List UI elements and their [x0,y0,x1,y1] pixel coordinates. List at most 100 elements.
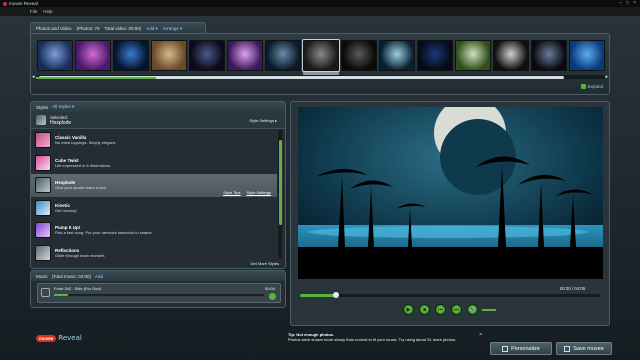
title-bar: muvee Reveal – □ × [0,0,640,7]
style-settings-link[interactable]: Style Settings [247,190,271,195]
save-icon [564,345,571,352]
style-item[interactable]: Pump It Up! Pick a fast song. Put your ae… [31,219,277,242]
photo-progress-line [36,77,156,79]
photo-thumbnail[interactable] [417,40,453,71]
style-item[interactable]: Cube Twist Life expressed in 6 dimensions… [31,152,277,175]
music-tab-label: Music [36,273,48,279]
style-scrollbar-thumb[interactable] [278,140,282,225]
music-panel: Music (Total music: 04:00) Add Front 242… [30,270,286,308]
get-more-styles-link[interactable]: Get More Styles [250,261,279,266]
tip-close-icon[interactable]: × [479,332,482,338]
photo-thumbnail[interactable] [265,40,301,71]
add-photos-button[interactable]: Add ▾ [146,26,158,32]
personalize-label: Personalize [511,345,540,352]
app-logo: muvee Reveal [36,334,82,342]
close-window-button[interactable]: × [633,0,636,6]
music-track[interactable]: Front 242 - Skin (For God) 00:00 [37,283,281,303]
photo-thumbnail[interactable] [113,40,149,71]
expand-icon [580,84,586,89]
night-beach-image [298,107,603,279]
style-description: Pick a fast song. Put your aerobics inst… [55,230,153,236]
photo-thumbnail[interactable] [227,40,263,71]
total-video: Total video: 00:00) [104,26,142,31]
photos-panel: ◂ ▸ Expand [30,33,610,95]
style-description: No extra toppings. Simply elegant. [55,140,116,146]
style-item[interactable]: Hexplode Give your sports video a kick. St… [31,174,277,197]
photo-thumbnail[interactable] [302,39,340,72]
track-name: Front 242 - Skin (For God) [54,286,101,291]
style-thumbnail-icon [35,132,51,149]
photo-thumbnail[interactable] [37,40,73,71]
menu-file[interactable]: File [30,9,37,14]
music-total: (Total music: 04:00) [51,273,92,279]
selected-style: Selected: Hexplode Style Settings ▸ [31,112,285,129]
style-description: Get moving! [55,207,77,213]
time-readout: 00:30 / 04:05 [560,286,586,291]
seek-knob[interactable] [333,292,339,298]
menu-help[interactable]: Help [43,9,52,14]
photo-thumbnail[interactable] [151,40,187,71]
style-thumbnail-icon [35,222,51,239]
style-description: Life expressed in 6 dimensions. [55,162,112,168]
track-time: 00:00 [264,286,275,291]
arrange-button[interactable]: Arrange ▾ [163,26,183,32]
photo-thumbnail[interactable] [341,40,377,71]
playback-controls: ▶ ■ ⏮ ⏭ 🔊 [403,304,478,315]
stop-icon[interactable]: ■ [419,304,430,315]
tip-box: Tip: Not enough photos. Photos were show… [288,332,484,350]
menu-bar: File Help [0,7,640,16]
maximize-button[interactable]: □ [626,0,629,6]
volume-icon[interactable]: 🔊 [467,304,478,315]
photos-tab-label: Photos and Video [36,26,72,31]
video-preview[interactable] [298,107,603,279]
photo-thumbnail[interactable] [75,40,111,71]
style-item[interactable]: Classic Vanilla No extra toppings. Simply… [31,129,277,152]
selected-style-icon [36,115,46,125]
styles-header: Styles All Styles ▾ [31,102,285,112]
style-thumbnail-icon [35,199,51,216]
style-description: Give your sports video a kick. [55,185,108,191]
window-title: muvee Reveal [9,1,38,6]
style-list: Classic Vanilla No extra toppings. Simply… [31,129,277,261]
music-header: Music (Total music: 04:00) Add [31,271,285,281]
scroll-right-icon[interactable]: ▸ [605,74,608,80]
photo-thumbnail[interactable] [189,40,225,71]
style-scrollbar[interactable] [278,130,282,258]
selected-style-name: Hexplode [50,119,72,126]
photos-count: (Photos: 70 [76,26,100,31]
save-muvee-button[interactable]: Save muvee [556,342,612,355]
save-muvee-label: Save muvee [573,345,604,352]
style-tips-link[interactable]: Style Tips [223,190,240,195]
style-item[interactable]: Kinetic Get moving! [31,197,277,220]
personalize-button[interactable]: Personalize [490,342,552,355]
styles-tab-label: Styles [36,104,49,110]
next-icon[interactable]: ⏭ [451,304,462,315]
style-item[interactable]: Reflections Glide through each moment. [31,242,277,265]
volume-slider[interactable] [482,309,496,311]
tip-body: Photos were shown more slowly than norma… [288,337,457,342]
style-thumbnail-icon [35,177,51,194]
photo-thumbnail[interactable] [531,40,567,71]
track-progress[interactable] [54,294,264,296]
personalize-icon [502,345,509,352]
photo-thumbnail[interactable] [455,40,491,71]
minimize-button[interactable]: – [619,0,622,6]
style-thumbnail-icon [35,244,51,261]
photo-thumbnail[interactable] [569,40,605,71]
style-settings-button[interactable]: Style Settings ▸ [249,118,277,123]
app-icon [3,1,7,6]
music-note-icon [41,288,50,297]
photo-strip [37,39,605,73]
expand-button[interactable]: Expand [580,84,603,89]
seek-bar[interactable] [300,292,600,298]
track-options-icon[interactable] [269,293,276,300]
add-music-button[interactable]: Add [95,274,103,279]
photo-thumbnail[interactable] [379,40,415,71]
all-styles-dropdown[interactable]: All Styles ▾ [52,104,74,110]
previous-icon[interactable]: ⏮ [435,304,446,315]
photo-thumbnail[interactable] [493,40,529,71]
scroll-left-icon[interactable]: ◂ [32,74,35,80]
play-icon[interactable]: ▶ [403,304,414,315]
expand-label: Expand [587,84,603,89]
style-description: Glide through each moment. [55,252,106,258]
